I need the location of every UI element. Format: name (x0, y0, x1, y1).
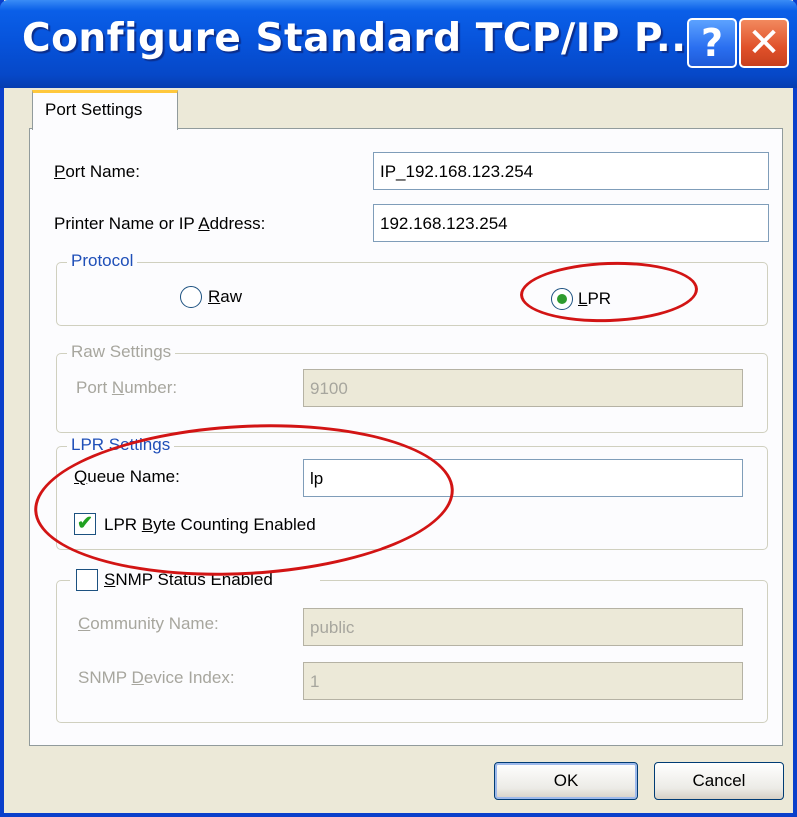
printer-address-input[interactable]: 192.168.123.254 (373, 204, 769, 242)
byte-counting-label[interactable]: LPR Byte Counting Enabled (104, 515, 316, 535)
checkmark-icon: ✔ (77, 513, 93, 534)
port-number-input[interactable]: 9100 (303, 369, 743, 407)
window-title: Configure Standard TCP/IP P... (22, 16, 702, 61)
port-name-label: Port Name: (54, 162, 140, 181)
port-number-label: Port Number: (76, 378, 178, 397)
title-bar[interactable]: Configure Standard TCP/IP P... ? ✕ (0, 0, 797, 88)
queue-name-input[interactable]: lp (303, 459, 743, 497)
device-index-input[interactable]: 1 (303, 662, 743, 700)
lpr-radio-label[interactable]: LPR (578, 289, 611, 309)
ok-button[interactable]: OK (494, 762, 638, 800)
device-index-label: SNMP Device Index: (78, 668, 235, 687)
help-icon: ? (700, 21, 724, 65)
snmp-status-checkbox[interactable] (76, 569, 98, 591)
raw-radio[interactable] (180, 286, 202, 308)
community-name-label: Community Name: (78, 614, 219, 633)
byte-counting-checkbox[interactable]: ✔ (74, 513, 96, 535)
lpr-settings-group-title: LPR Settings (67, 435, 175, 455)
snmp-group (56, 580, 768, 723)
help-button[interactable]: ? (687, 18, 737, 68)
cancel-button[interactable]: Cancel (654, 762, 784, 800)
dialog-window: Configure Standard TCP/IP P... ? ✕ Port … (0, 0, 797, 817)
queue-name-label: Queue Name: (74, 467, 180, 486)
raw-settings-group-title: Raw Settings (67, 342, 176, 362)
raw-radio-label[interactable]: Raw (208, 287, 242, 307)
close-icon: ✕ (747, 20, 781, 66)
protocol-group: Protocol (56, 251, 768, 326)
port-name-input[interactable]: IP_192.168.123.254 (373, 152, 769, 190)
close-button[interactable]: ✕ (739, 18, 789, 68)
radio-selected-dot (557, 294, 567, 304)
snmp-status-label[interactable]: SNMP Status Enabled (104, 570, 273, 590)
community-name-input[interactable]: public (303, 608, 743, 646)
printer-address-label: Printer Name or IP Address: (54, 214, 266, 233)
lpr-radio[interactable] (551, 288, 573, 310)
tab-port-settings[interactable]: Port Settings (32, 90, 178, 130)
protocol-group-title: Protocol (67, 251, 138, 271)
